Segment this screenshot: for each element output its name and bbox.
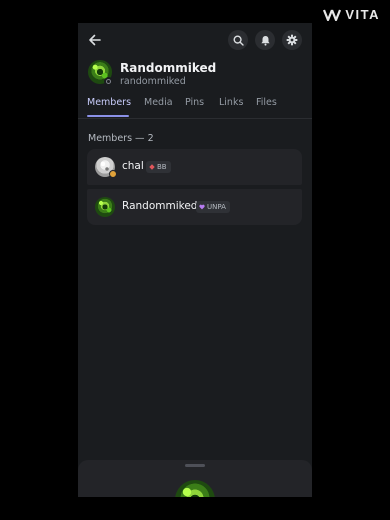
back-button[interactable]: [87, 32, 103, 48]
offline-status-icon: [104, 77, 113, 86]
sheet-avatar: [175, 480, 215, 497]
app-window: Randommiked randommiked Members Media Pi…: [78, 23, 312, 497]
notifications-button[interactable]: [255, 30, 275, 50]
members-section-label: Members — 2: [88, 133, 154, 144]
member-tag[interactable]: BB: [146, 161, 171, 173]
tab-files[interactable]: Files: [256, 97, 277, 114]
active-tab-indicator: [87, 115, 129, 117]
watermark-text: VITA: [345, 7, 380, 22]
bottom-sheet[interactable]: [78, 460, 312, 497]
profile-display-name: Randommiked: [120, 61, 217, 75]
red-diamond-icon: [149, 164, 155, 170]
top-bar: [78, 23, 312, 59]
profile-header: Randommiked randommiked: [88, 60, 308, 90]
purple-heart-icon: [199, 204, 205, 210]
tab-pins[interactable]: Pins: [185, 97, 204, 114]
tab-members[interactable]: Members: [87, 97, 131, 114]
tab-media[interactable]: Media: [144, 97, 173, 114]
member-tag-label: BB: [157, 163, 167, 171]
member-name: Randommiked: [122, 200, 198, 212]
avatar-art: [175, 480, 215, 497]
profile-tabs: Members Media Pins Links Files: [78, 95, 312, 119]
idle-status-icon: [109, 170, 117, 178]
drag-handle[interactable]: [185, 464, 205, 467]
member-name: chal: [122, 160, 144, 172]
screen: VITA Randommiked randommiked Members Med…: [0, 0, 390, 520]
bell-icon: [260, 35, 270, 46]
search-icon: [232, 34, 244, 46]
vita-watermark: VITA: [323, 7, 380, 22]
member-tag-label: UNPA: [207, 203, 226, 211]
settings-button[interactable]: [282, 30, 302, 50]
tab-links[interactable]: Links: [219, 97, 243, 114]
profile-username: randommiked: [120, 76, 186, 87]
search-button[interactable]: [228, 30, 248, 50]
member-row[interactable]: chal BB: [87, 149, 302, 185]
arrow-left-icon: [89, 34, 101, 46]
vita-logo-icon: [323, 9, 342, 21]
member-row[interactable]: Randommiked UNPA: [87, 189, 302, 225]
divider: [78, 118, 312, 119]
member-tag[interactable]: UNPA: [196, 201, 230, 213]
gear-icon: [286, 34, 298, 46]
avatar-art: [95, 197, 115, 217]
member-avatar: [95, 197, 115, 217]
